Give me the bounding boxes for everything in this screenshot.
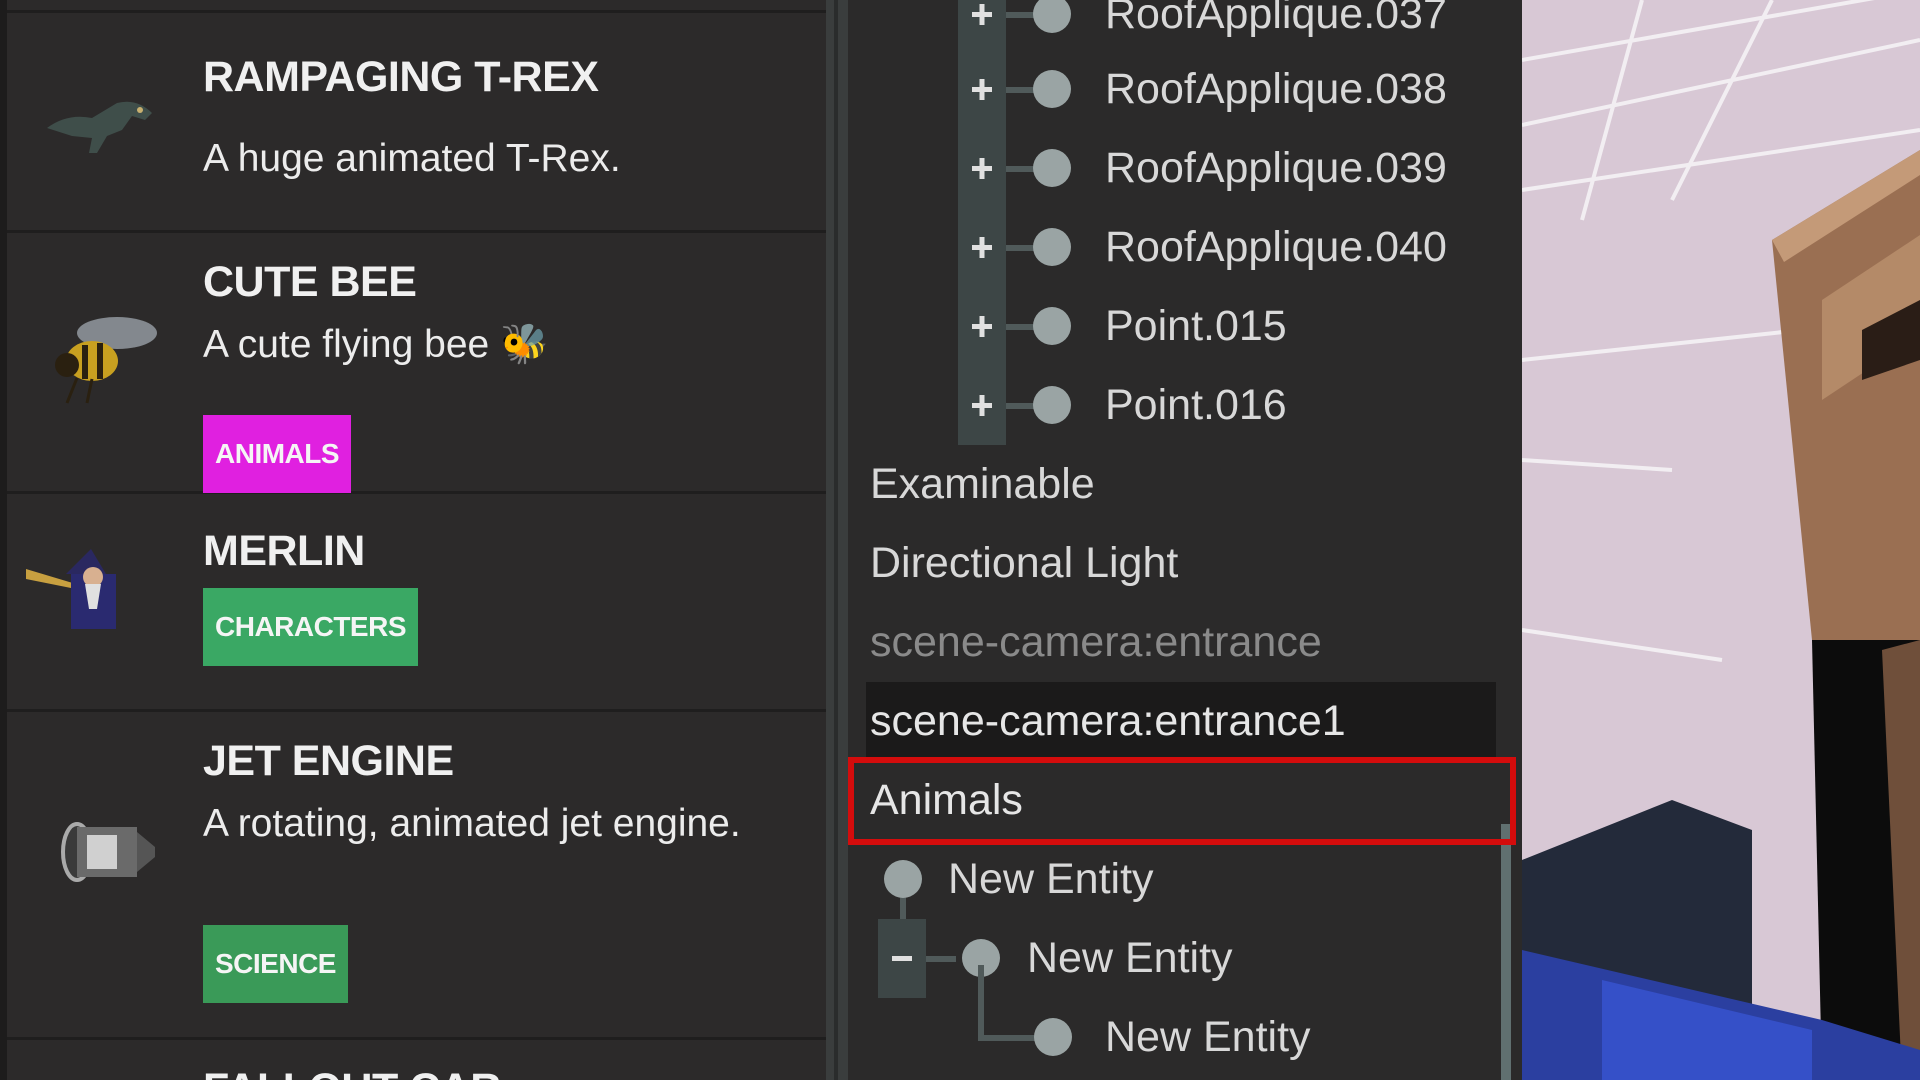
panel-divider-inner <box>834 0 838 1080</box>
bee-thumbnail-icon <box>55 317 157 404</box>
viewport-scene-render <box>1522 0 1920 1080</box>
trex-thumbnail-icon <box>47 101 152 153</box>
asset-list-item[interactable] <box>7 0 826 13</box>
tree-connector <box>1006 87 1036 93</box>
asset-list-item[interactable]: CUTE BEE A cute flying bee 🐝 ANIMALS <box>7 233 826 494</box>
panel-edge <box>0 0 7 1080</box>
node-dot-icon <box>884 860 922 898</box>
plus-icon <box>972 316 992 337</box>
node-dot-icon <box>1033 228 1071 266</box>
node-label: RoofApplique.039 <box>1105 144 1447 192</box>
expand-button[interactable] <box>958 366 1006 445</box>
node-dot-icon <box>1033 70 1071 108</box>
expand-button[interactable] <box>958 287 1006 366</box>
hierarchy-node[interactable]: RoofApplique.038 <box>848 50 1522 129</box>
asset-name: JET ENGINE <box>203 737 454 785</box>
node-label: scene-camera:entrance <box>870 618 1322 666</box>
hierarchy-node-selected[interactable]: scene-camera:entrance1 <box>866 682 1496 761</box>
expand-button[interactable] <box>958 0 1006 54</box>
hierarchy-node[interactable]: Examinable <box>848 445 1522 524</box>
asset-list-item[interactable]: JET ENGINE A rotating, animated jet engi… <box>7 712 826 1040</box>
node-label: New Entity <box>948 855 1154 903</box>
plus-icon <box>972 79 992 100</box>
plus-icon <box>972 158 992 179</box>
asset-name: CUTE BEE <box>203 258 417 306</box>
node-label: RoofApplique.038 <box>1105 65 1447 113</box>
node-dot-icon <box>1034 1018 1072 1056</box>
category-tag-characters[interactable]: CHARACTERS <box>203 588 418 666</box>
jet-engine-thumbnail-icon <box>61 822 155 882</box>
node-label: Point.015 <box>1105 302 1287 350</box>
expand-button[interactable] <box>958 129 1006 208</box>
node-label: scene-camera:entrance1 <box>870 697 1346 745</box>
asset-list-item[interactable]: FALLOUT CAR <box>7 1040 826 1080</box>
plus-icon <box>972 4 992 25</box>
tree-connector <box>1006 324 1036 330</box>
asset-description: A rotating, animated jet engine. <box>203 802 741 845</box>
scene-viewport[interactable] <box>1522 0 1920 1080</box>
asset-list-item[interactable]: MERLIN CHARACTERS <box>7 494 826 712</box>
asset-name: MERLIN <box>203 527 365 575</box>
asset-description: A huge animated T-Rex. <box>203 137 621 180</box>
plus-icon <box>972 237 992 258</box>
expand-button[interactable] <box>958 50 1006 129</box>
merlin-thumbnail-icon <box>26 549 116 629</box>
node-dot-icon <box>1033 0 1071 33</box>
panel-divider[interactable] <box>826 0 848 1080</box>
tree-connector <box>926 956 956 962</box>
tree-connector <box>1006 403 1036 409</box>
asset-list-panel: RAMPAGING T-REX A huge animated T-Rex. C… <box>0 0 826 1080</box>
hierarchy-node-disabled[interactable]: scene-camera:entrance <box>848 603 1522 682</box>
node-dot-icon <box>1033 386 1071 424</box>
category-tag-science[interactable]: SCIENCE <box>203 925 348 1003</box>
asset-name: FALLOUT CAR <box>203 1065 501 1080</box>
hierarchy-node[interactable]: Point.015 <box>848 287 1522 366</box>
hierarchy-node[interactable]: New Entity <box>848 998 1522 1077</box>
tree-connector <box>1006 245 1036 251</box>
tree-connector <box>1006 166 1036 172</box>
hierarchy-node[interactable]: RoofApplique.037 <box>848 0 1522 54</box>
hierarchy-node[interactable]: Directional Light <box>848 524 1522 603</box>
expand-button[interactable] <box>958 208 1006 287</box>
node-label: RoofApplique.037 <box>1105 0 1447 38</box>
hierarchy-node[interactable]: New Entity <box>848 919 1522 998</box>
hierarchy-node[interactable]: Point.016 <box>848 366 1522 445</box>
tree-connector <box>1006 12 1036 18</box>
collapse-button[interactable] <box>878 919 926 998</box>
plus-icon <box>972 395 992 416</box>
hierarchy-node[interactable]: RoofApplique.039 <box>848 129 1522 208</box>
minus-icon <box>892 956 912 961</box>
node-label: RoofApplique.040 <box>1105 223 1447 271</box>
asset-description: A cute flying bee 🐝 <box>203 323 549 366</box>
hierarchy-scrollbar[interactable] <box>1501 824 1511 1080</box>
node-label: Directional Light <box>870 539 1179 587</box>
node-label: New Entity <box>1027 934 1233 982</box>
hierarchy-node[interactable]: RoofApplique.040 <box>848 208 1522 287</box>
scene-hierarchy-panel: RoofApplique.037 RoofApplique.038 RoofAp… <box>848 0 1522 1080</box>
category-tag-animals[interactable]: ANIMALS <box>203 415 352 493</box>
selection-highlight-box <box>848 757 1516 845</box>
asset-list-item[interactable]: RAMPAGING T-REX A huge animated T-Rex. <box>7 13 826 233</box>
node-label: Point.016 <box>1105 381 1287 429</box>
node-label: New Entity <box>1105 1013 1311 1061</box>
hierarchy-node[interactable]: New Entity <box>848 840 1522 919</box>
node-dot-icon <box>1033 149 1071 187</box>
node-label: Examinable <box>870 460 1095 508</box>
node-dot-icon <box>1033 307 1071 345</box>
asset-name: RAMPAGING T-REX <box>203 53 599 101</box>
tree-connector <box>978 1035 1038 1041</box>
